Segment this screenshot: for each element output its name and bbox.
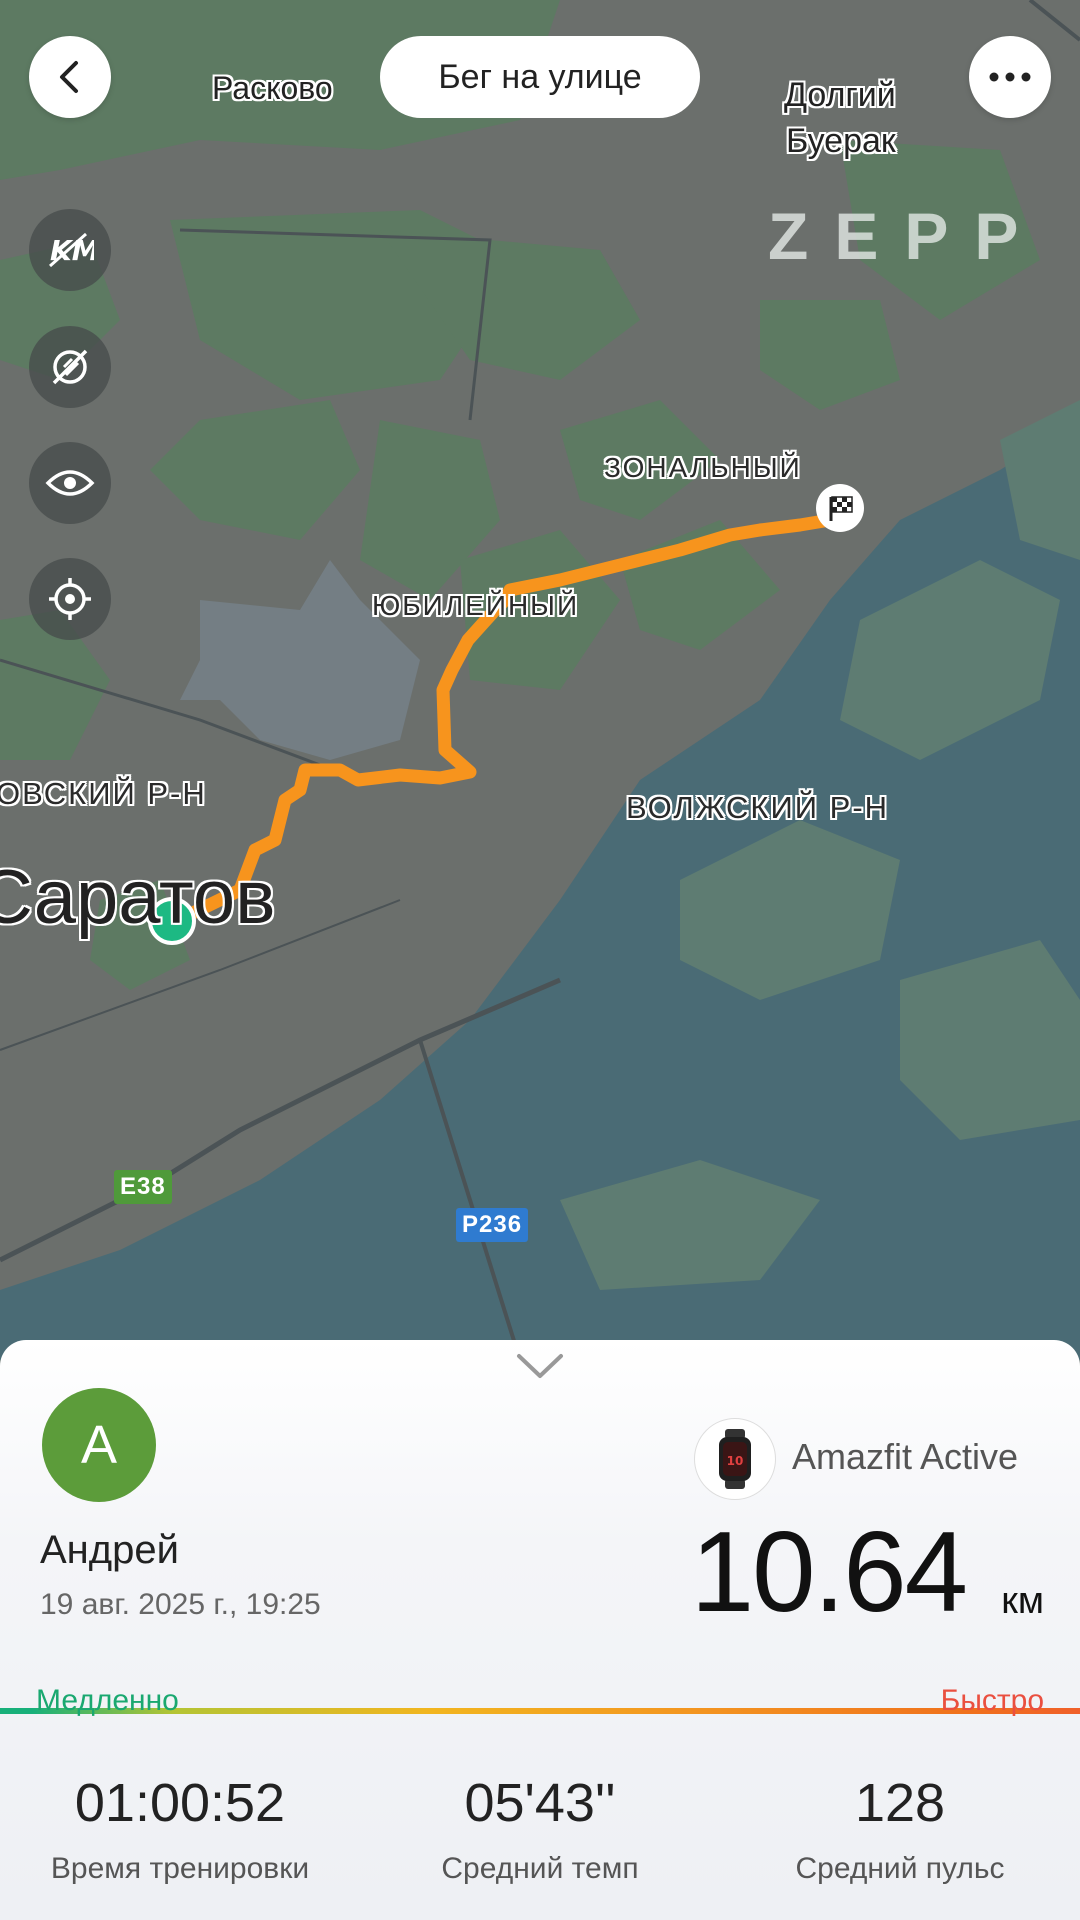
distance-value: 10.64 [690,1509,968,1636]
locate-icon [49,578,91,620]
workout-summary-sheet: A Андрей 19 авг. 2025 г., 19:25 10 Amazf… [0,1340,1080,1920]
back-button[interactable] [29,36,111,118]
device-badge[interactable]: 10 [694,1418,776,1500]
map-label-leninsky: ОВСКИЙ Р-Н [0,776,207,811]
more-horizontal-icon [989,72,1031,82]
map-rotation-button[interactable] [29,326,111,408]
eye-icon [45,470,95,496]
svg-text:10: 10 [727,1454,744,1468]
map-label-volzhsky: ВОЛЖСКИЙ Р-Н [626,790,890,825]
map-label-buerak: Буерак [786,122,896,160]
road-badge-e38: E38 [114,1170,172,1204]
more-button[interactable] [969,36,1051,118]
map-label-saratov: Саратов [0,855,276,940]
stat-label: Время тренировки [50,1852,310,1885]
units-toggle-button[interactable]: KM [29,209,111,291]
stat-workout-time: 01:00:52 Время тренировки [0,1776,360,1886]
stat-value: 01:00:52 [74,1773,286,1833]
checkered-flag-icon [829,496,853,521]
stat-average-pace: 05'43'' Средний темп [360,1776,720,1886]
avatar[interactable]: A [42,1388,156,1502]
km-icon: KM [49,232,94,268]
zepp-watermark: ZEPP [768,199,1045,273]
stat-average-heart-rate: 128 Средний пульс [720,1776,1080,1886]
road-badge-p236: P236 [456,1208,529,1242]
pace-fast-label: Быстро [940,1684,1044,1717]
stat-value: 128 [854,1773,946,1833]
workout-date: 19 авг. 2025 г., 19:25 [40,1588,321,1621]
stat-label: Средний пульс [795,1852,1005,1885]
rotation-off-icon [52,349,88,385]
pace-slow-label: Медленно [36,1684,179,1717]
chevron-left-icon [60,61,78,93]
map-label-raskovo: Расково [212,70,333,106]
stat-label: Средний темп [441,1852,639,1885]
smartwatch-icon: 10 [719,1429,751,1489]
user-name: Андрей [40,1528,179,1572]
map-label-zonalny: ЗОНАЛЬНЫЙ [604,452,802,483]
route-map[interactable]: Расково Долгий Буерак ЗОНАЛЬНЫЙ ЮБИЛЕЙНЫ… [0,0,1080,1361]
workout-type-title: Бег на улице [380,36,700,118]
route-finish-marker [816,484,864,532]
stat-value: 05'43'' [464,1773,616,1833]
locate-button[interactable] [29,558,111,640]
device-name: Amazfit Active [792,1436,1019,1477]
chevron-down-icon[interactable] [515,1352,565,1380]
distance-unit: км [1001,1580,1044,1622]
visibility-button[interactable] [29,442,111,524]
map-label-dolgiy: Долгий [784,76,896,114]
map-label-yubileyny: ЮБИЛЕЙНЫЙ [372,590,580,621]
